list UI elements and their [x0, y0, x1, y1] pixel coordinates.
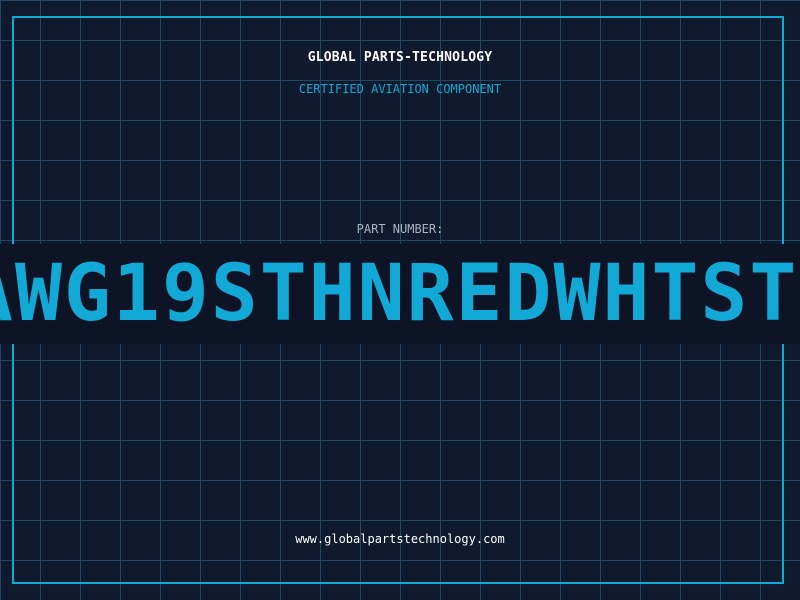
part-number-band: AWG19STHNREDWHTSTRIPE [0, 244, 800, 344]
label-canvas: GLOBAL PARTS-TECHNOLOGY CERTIFIED AVIATI… [0, 0, 800, 600]
part-number-value: AWG19STHNREDWHTSTRIPE [0, 249, 800, 339]
part-number-label: PART NUMBER: [356, 222, 444, 236]
certification-subtitle: CERTIFIED AVIATION COMPONENT [298, 82, 502, 96]
company-name: GLOBAL PARTS-TECHNOLOGY [307, 50, 493, 65]
website-url: www.globalpartstechnology.com [295, 532, 505, 546]
